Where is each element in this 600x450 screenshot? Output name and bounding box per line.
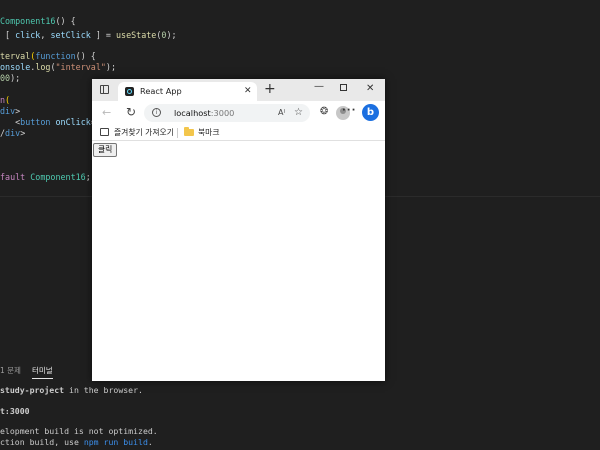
terminal-text: ction build, use — [0, 437, 84, 447]
code-token: useState — [116, 30, 157, 40]
folder-icon[interactable] — [184, 127, 194, 136]
code-token: ); — [10, 73, 21, 83]
panel-tab[interactable]: 터미널 — [32, 364, 53, 379]
favorites-divider — [177, 128, 178, 138]
code-token: ); — [166, 30, 177, 40]
code-token: > — [20, 128, 26, 138]
terminal-text: elopment build is not optimized. — [0, 426, 158, 436]
panel-tab[interactable]: 1 문제 — [0, 364, 21, 378]
browser-tab-react-app[interactable]: React App ✕ — [118, 82, 257, 101]
click-button[interactable]: 클릭 — [93, 143, 118, 157]
terminal-line: ction build, use npm run build. — [0, 436, 153, 448]
code-line[interactable]: [ click, setClick ] = useState(0); — [0, 28, 177, 42]
maximize-icon[interactable] — [340, 82, 347, 96]
terminal-text: t:3000 — [0, 406, 30, 416]
page-viewport: 클릭 — [92, 141, 385, 381]
reload-icon[interactable]: ↻ — [126, 105, 136, 119]
code-line[interactable]: Component16() { — [0, 14, 76, 28]
favorites-bar: 즐겨찾기 가져오기 북마크 — [92, 125, 385, 141]
code-token: div — [5, 128, 21, 138]
code-token: click — [15, 30, 41, 40]
terminal-line: study-project in the browser. — [0, 384, 143, 396]
code-token: ); — [105, 62, 117, 72]
code-token: Component16 — [0, 16, 56, 26]
extensions-icon[interactable]: ❂ — [320, 105, 328, 119]
terminal-text: npm run build — [83, 437, 148, 447]
url-port: :3000 — [210, 108, 235, 118]
tab-close-icon[interactable]: ✕ — [244, 85, 252, 97]
address-bar[interactable]: i localhost:3000 A⁾ ☆ — [144, 104, 310, 122]
react-favicon-icon — [125, 87, 134, 96]
site-info-icon[interactable]: i — [152, 108, 161, 117]
import-favorites-icon[interactable] — [100, 128, 109, 136]
code-token: "interval" — [55, 62, 106, 72]
tab-actions-icon[interactable] — [100, 85, 109, 94]
code-line[interactable]: /div> — [0, 126, 25, 140]
code-token: ] = — [90, 30, 117, 40]
add-favorite-star-icon[interactable]: ☆ — [294, 106, 303, 120]
code-line[interactable]: fault Component16; — [0, 170, 91, 184]
code-token: () { — [55, 16, 76, 26]
terminal-text: . — [147, 437, 153, 447]
back-arrow-icon[interactable]: ← — [102, 106, 111, 120]
code-token: log — [35, 62, 51, 72]
browser-window: React App ✕ + — ✕ ← ↻ i localhost:3000 A… — [92, 79, 385, 381]
new-tab-icon[interactable]: + — [264, 81, 276, 97]
tab-title: React App — [140, 86, 182, 96]
bing-copilot-icon[interactable]: b — [362, 104, 379, 121]
code-token: onClick — [55, 117, 91, 127]
code-line[interactable]: 00); — [0, 71, 20, 85]
code-token: 00 — [0, 73, 11, 83]
code-token: [ — [0, 30, 16, 40]
code-token: fault — [0, 172, 26, 182]
code-token: , — [40, 30, 51, 40]
favorites-folder-link[interactable]: 북마크 — [198, 127, 220, 138]
import-favorites-link[interactable]: 즐겨찾기 가져오기 — [114, 127, 174, 138]
read-aloud-icon[interactable]: A⁾ — [278, 107, 285, 119]
code-token: setClick — [50, 30, 91, 40]
terminal-line: t:3000 — [0, 405, 30, 417]
terminal-text: in the browser. — [64, 385, 143, 395]
window-close-icon[interactable]: ✕ — [366, 82, 374, 96]
tab-bar: React App ✕ + — ✕ — [92, 79, 385, 101]
code-token: ; — [85, 172, 91, 182]
minimize-icon[interactable]: — — [314, 80, 324, 94]
terminal-text: study-project — [0, 385, 65, 395]
browser-toolbar: ← ↻ i localhost:3000 A⁾ ☆ ❂ ··· b — [92, 101, 385, 125]
code-token: Component16 — [30, 172, 86, 182]
more-options-icon[interactable]: ··· — [342, 104, 356, 118]
url-text[interactable]: localhost:3000 — [174, 107, 234, 119]
